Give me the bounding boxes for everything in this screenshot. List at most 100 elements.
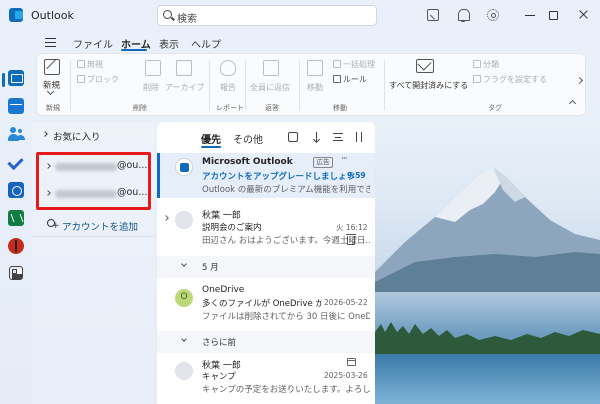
section-header-older[interactable]: さらに前 — [157, 331, 375, 353]
group-label-tags: タグ — [488, 104, 502, 112]
ribbon: 新規 新規 無視 ブロック 削除 アーカイブ 削除 報告 レポート 全員に返信 … — [36, 53, 586, 116]
tab-focused[interactable]: 優先 — [201, 131, 221, 146]
sweep-label: 一括処理 — [343, 60, 375, 69]
rules-icon — [333, 75, 341, 83]
outlook-logo-icon — [9, 8, 23, 22]
categorize-label: 分類 — [483, 60, 499, 69]
todo-icon[interactable] — [8, 154, 24, 170]
hamburger-menu-icon[interactable] — [45, 38, 56, 47]
block-label: ブロック — [87, 75, 119, 84]
ignore-icon — [77, 60, 85, 68]
account-name-redacted — [55, 163, 117, 171]
search-placeholder: 検索 — [177, 14, 197, 25]
minimize-icon[interactable] — [524, 9, 536, 21]
chevron-right-icon[interactable] — [45, 190, 51, 196]
mark-all-read-icon[interactable] — [416, 59, 434, 73]
flag-label: フラグを設定する — [483, 75, 547, 84]
mountain-image — [375, 167, 600, 292]
selection-indicator — [157, 153, 160, 198]
chevron-right-icon[interactable] — [163, 215, 169, 221]
ladybug-icon[interactable] — [8, 238, 24, 254]
account-item[interactable]: @ou... — [39, 182, 154, 208]
person-avatar-icon — [175, 362, 193, 380]
archive-label: アーカイブ — [165, 83, 205, 92]
tab-view[interactable]: 表示 — [159, 36, 179, 51]
chevron-right-icon[interactable] — [45, 163, 51, 169]
ribbon-collapse-icon[interactable] — [568, 99, 577, 108]
app-title: Outlook — [31, 9, 74, 22]
rules-label: ルール — [343, 75, 367, 84]
teams-icon[interactable] — [8, 182, 24, 198]
bell-icon[interactable] — [457, 9, 470, 22]
ignore-label: 無視 — [87, 60, 103, 69]
more-options-icon[interactable]: ··· — [341, 154, 348, 164]
list-item[interactable]: 秋葉 一郎 説明会のご案内 火 16:12 田辺さん おはようございます。今週土… — [157, 204, 375, 250]
message-sender: Microsoft Outlook — [202, 157, 293, 167]
filter-icon[interactable] — [333, 133, 343, 141]
tag-icon — [473, 60, 481, 68]
select-mode-icon[interactable] — [288, 132, 298, 142]
chevron-right-icon[interactable] — [42, 131, 48, 137]
message-preview: ファイルは削除されてから 30 日後に OneDri... — [202, 312, 370, 322]
chevron-down-icon[interactable] — [181, 336, 187, 342]
active-tab-underline — [121, 49, 147, 51]
rules-button[interactable]: ルール — [333, 74, 367, 85]
tab-help[interactable]: ヘルプ — [191, 36, 221, 51]
list-item[interactable]: 秋葉 一郎 キャンプ 2025-03-26 キャンプの予定をお送りいたします。よ… — [157, 355, 375, 401]
gear-icon[interactable] — [487, 9, 499, 21]
report-icon[interactable] — [220, 60, 236, 76]
flag-button[interactable]: フラグを設定する — [473, 74, 547, 85]
account-item[interactable]: @ou... — [39, 155, 154, 181]
reading-pane-background — [375, 122, 600, 404]
move-icon[interactable] — [307, 60, 323, 76]
group-label-reply: 返答 — [265, 104, 279, 112]
sweep-icon — [333, 60, 341, 68]
sort-icon[interactable] — [354, 132, 364, 142]
categorize-button[interactable]: 分類 — [473, 59, 499, 70]
mail-icon[interactable] — [8, 70, 24, 86]
new-mail-icon — [44, 59, 60, 75]
reply-all-icon[interactable] — [263, 60, 279, 76]
active-tab-underline — [201, 146, 221, 148]
favorites-label[interactable]: お気に入り — [53, 129, 101, 143]
jump-down-icon[interactable] — [312, 132, 322, 142]
apps-icon[interactable] — [9, 266, 23, 280]
message-subject: 多くのファイルが OneDrive から削除されて... — [202, 299, 322, 309]
archive-icon[interactable] — [347, 358, 356, 366]
ribbon-divider — [70, 60, 71, 110]
list-item[interactable]: O OneDrive 多くのファイルが OneDrive から削除されて... … — [157, 282, 375, 328]
message-sender: OneDrive — [202, 285, 245, 295]
rail-active-indicator — [2, 73, 5, 87]
close-icon[interactable] — [578, 9, 590, 21]
excel-icon[interactable] — [8, 210, 24, 226]
chevron-down-icon[interactable] — [181, 261, 187, 267]
list-item[interactable]: Microsoft Outlook 広告 ··· アカウントをアップグレードしま… — [157, 153, 375, 198]
onedrive-avatar: O — [175, 289, 193, 307]
search-box[interactable]: 検索 — [157, 5, 377, 26]
mark-all-read-label[interactable]: すべて開封済みにする — [389, 80, 468, 91]
ribbon-more-icon[interactable] — [575, 76, 584, 85]
ignore-button[interactable]: 無視 — [77, 59, 103, 70]
people-icon[interactable] — [8, 126, 24, 142]
block-icon — [77, 75, 85, 83]
delete-icon[interactable] — [145, 60, 161, 76]
notes-icon[interactable] — [427, 9, 439, 21]
calendar-icon[interactable] — [8, 98, 24, 114]
outlook-avatar-icon — [175, 158, 193, 176]
move-label: 移動 — [307, 83, 323, 92]
trash-icon[interactable] — [346, 234, 356, 245]
ribbon-divider — [299, 60, 300, 110]
archive-icon[interactable] — [176, 60, 192, 76]
section-header-may[interactable]: 5 月 — [157, 256, 375, 278]
delete-label: 削除 — [143, 83, 159, 92]
message-time: 2025-03-26 — [324, 371, 368, 380]
tab-other[interactable]: その他 — [233, 131, 263, 146]
block-button[interactable]: ブロック — [77, 74, 119, 85]
ribbon-divider — [384, 60, 385, 110]
maximize-icon[interactable] — [549, 11, 558, 20]
group-label-move: 移動 — [333, 104, 347, 112]
sweep-button[interactable]: 一括処理 — [333, 59, 375, 70]
message-preview: 田辺さん おはようございます。今週土曜日... — [202, 236, 370, 246]
section-label: さらに前 — [202, 338, 237, 348]
tab-file[interactable]: ファイル — [73, 36, 113, 51]
